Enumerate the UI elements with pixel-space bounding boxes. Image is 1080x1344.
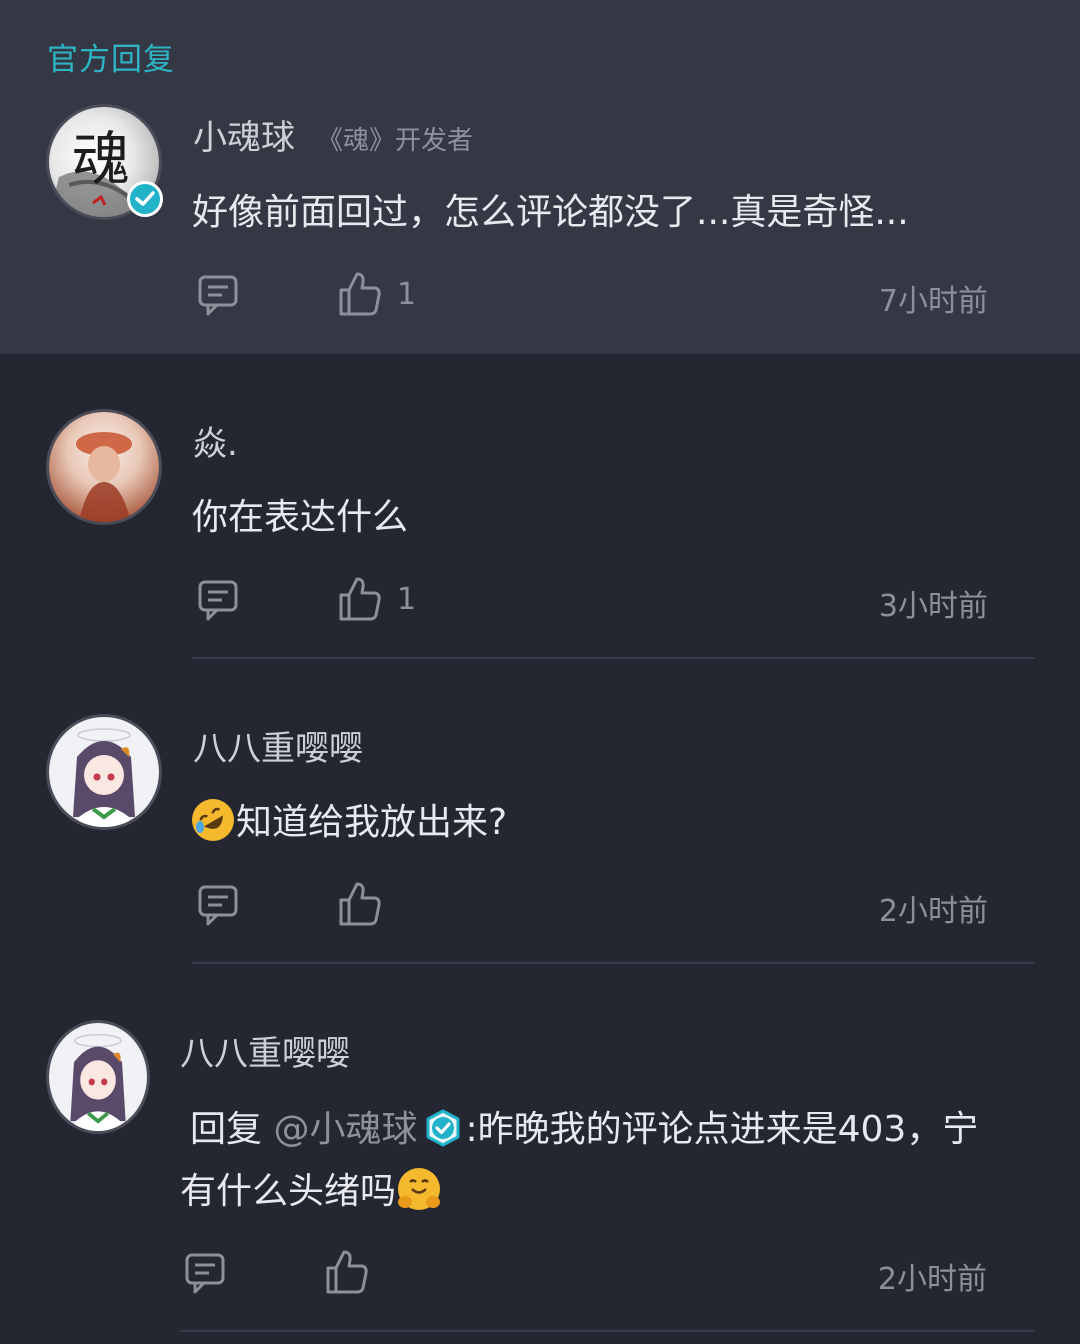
thumbs-up-icon bbox=[326, 1250, 368, 1294]
comment-icon bbox=[198, 885, 238, 926]
username[interactable]: 小魂球 《魂》开发者 bbox=[193, 110, 473, 159]
username-text[interactable]: 小魂球 bbox=[193, 118, 295, 158]
comment-text: 好像前面回过，怎么评论都没了...真是奇怪... bbox=[192, 192, 909, 233]
avatar-calligraphy: 魂 bbox=[72, 125, 130, 193]
timestamp: 3小时前 bbox=[878, 589, 988, 624]
avatar[interactable] bbox=[46, 1020, 150, 1134]
comment-text: 回复 @小魂球 :昨晚我的评论点进来是403，宁 bbox=[190, 1099, 978, 1161]
divider bbox=[192, 962, 1035, 964]
divider bbox=[180, 1330, 1035, 1332]
divider bbox=[192, 657, 1035, 659]
like-button[interactable]: 1 bbox=[337, 270, 416, 318]
rofl-emoji-icon bbox=[192, 799, 234, 841]
comment-text-continued: 有什么头绪吗 bbox=[180, 1161, 442, 1223]
section-title: 官方回复 bbox=[47, 42, 175, 78]
like-count: 1 bbox=[397, 581, 417, 617]
comment-text-line1: :昨晚我的评论点进来是403，宁 bbox=[465, 1109, 979, 1150]
avatar[interactable] bbox=[46, 409, 162, 525]
comment-icon bbox=[185, 1253, 225, 1294]
avatar[interactable]: 魂 bbox=[46, 104, 163, 220]
reply-button[interactable] bbox=[196, 577, 242, 623]
like-button[interactable] bbox=[337, 880, 397, 928]
timestamp: 2小时前 bbox=[877, 1262, 987, 1297]
like-button[interactable] bbox=[324, 1248, 384, 1296]
reply-button[interactable] bbox=[196, 882, 242, 928]
like-count: 1 bbox=[397, 276, 417, 312]
reply-button[interactable] bbox=[196, 272, 242, 318]
timestamp: 2小时前 bbox=[878, 894, 988, 929]
reply-button[interactable] bbox=[183, 1250, 229, 1296]
comment-text: 你在表达什么 bbox=[192, 497, 409, 538]
comment-icon bbox=[198, 275, 238, 316]
like-button[interactable]: 1 bbox=[337, 575, 416, 623]
avatar[interactable] bbox=[46, 714, 162, 830]
timestamp: 7小时前 bbox=[878, 284, 988, 319]
thumbs-up-icon bbox=[339, 577, 381, 621]
username[interactable]: 八八重嘤嘤 bbox=[193, 721, 363, 770]
comment-text-body: 知道给我放出来? bbox=[236, 802, 508, 843]
reply-prefix: 回复 bbox=[190, 1109, 263, 1150]
comment-icon bbox=[198, 580, 238, 621]
mention-link[interactable]: @小魂球 bbox=[273, 1109, 417, 1150]
thumbs-up-icon bbox=[339, 272, 381, 316]
comment-text: 知道给我放出来? bbox=[192, 792, 507, 854]
developer-tag: 《魂》开发者 bbox=[317, 126, 474, 156]
comment-text-line2: 有什么头绪吗 bbox=[180, 1171, 397, 1212]
username[interactable]: 八八重嘤嘤 bbox=[180, 1026, 350, 1075]
verified-badge-icon bbox=[127, 181, 163, 217]
thumbs-up-icon bbox=[339, 882, 381, 926]
verified-badge-icon bbox=[426, 1109, 460, 1147]
hugging-face-emoji-icon bbox=[398, 1168, 441, 1210]
username[interactable]: 焱. bbox=[193, 416, 238, 465]
